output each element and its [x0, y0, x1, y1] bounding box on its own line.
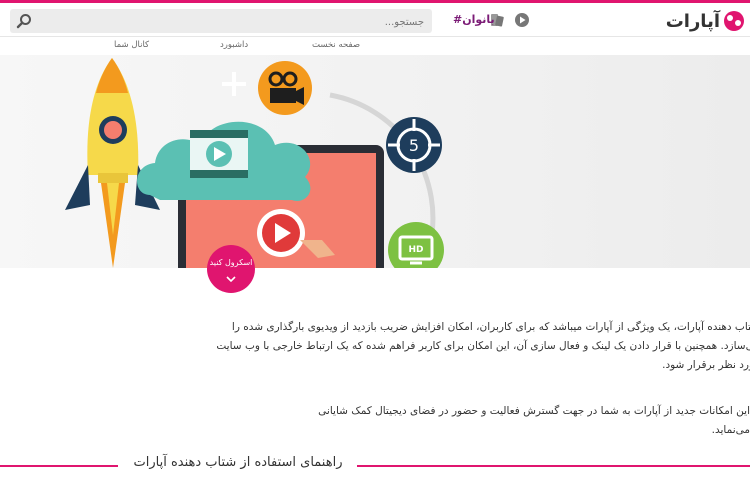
- nav-dashboard[interactable]: داشبورد: [220, 40, 248, 50]
- guide-section-header: راهنمای استفاده از شتاب دهنده آپارات: [0, 455, 750, 477]
- aparat-logo[interactable]: آپارات: [666, 9, 744, 33]
- divider: [357, 465, 750, 467]
- search-input[interactable]: [40, 12, 426, 32]
- target-icon: 5: [386, 117, 442, 173]
- camera-icon: [258, 61, 312, 115]
- nav-your-channel[interactable]: کانال شما: [114, 40, 149, 50]
- header: آپارات #بانوان: [0, 3, 750, 37]
- aparat-logo-icon: [724, 11, 744, 31]
- hero-illustration: 5 HD: [65, 58, 444, 268]
- scroll-label: اسکرول کنید: [209, 258, 253, 267]
- logo-text: آپارات: [665, 10, 720, 32]
- plus-icon: [222, 72, 246, 96]
- scroll-down-button[interactable]: اسکرول کنید: [207, 245, 255, 293]
- description-line: می‌سازد. همچنین با قرار دادن یک لینک و ف…: [216, 340, 750, 352]
- search-icon[interactable]: [16, 13, 32, 29]
- main-nav: صفحه نخست داشبورد کانال شما: [0, 37, 750, 55]
- chevron-down-icon: [226, 276, 236, 283]
- play-icon[interactable]: [514, 12, 530, 28]
- rocket-icon: [65, 58, 160, 268]
- description-line: مورد نظر برقرار شود.: [662, 359, 750, 371]
- target-number: 5: [409, 136, 419, 155]
- description-paragraph: شتاب دهنده آپارات، یک ویژگی از آپارات می…: [8, 318, 750, 375]
- search-bar: [10, 9, 432, 33]
- cloud-video-icon: [137, 121, 311, 201]
- hd-tv-icon: HD: [388, 222, 444, 268]
- guide-title: راهنمای استفاده از شتاب دهنده آپارات: [133, 455, 343, 470]
- features-paragraph: این امکانات جدید از آپارات به شما در جهت…: [318, 405, 750, 436]
- hero-banner: 5 HD: [0, 55, 750, 268]
- divider: [0, 465, 118, 467]
- description-line: شتاب دهنده آپارات، یک ویژگی از آپارات می…: [231, 321, 750, 333]
- nav-home[interactable]: صفحه نخست: [312, 40, 360, 50]
- hd-badge: HD: [408, 245, 423, 255]
- hashtag-link[interactable]: #بانوان: [453, 13, 495, 26]
